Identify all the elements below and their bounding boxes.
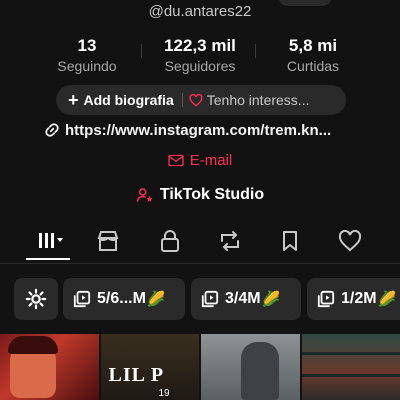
thumbnail-shelf xyxy=(301,374,400,377)
thumbnail-hair xyxy=(8,336,58,354)
playlist-label: 5/6...M xyxy=(97,290,146,307)
interests-label: Tenho interess... xyxy=(206,92,310,108)
tabs-divider xyxy=(0,263,400,264)
mail-icon xyxy=(168,154,184,167)
thumbnail-subtitle: 19 xyxy=(158,388,170,399)
stat-following[interactable]: 13 Seguindo xyxy=(32,36,142,75)
playlist-label: 3/4M xyxy=(225,290,261,307)
heart-icon xyxy=(338,230,362,252)
playlist-item[interactable]: 5/6...M 🌽 xyxy=(63,278,185,320)
thumbnail-shelf xyxy=(301,352,400,355)
bookmark-icon xyxy=(283,231,297,251)
stat-following-label: Seguindo xyxy=(57,58,117,74)
playlist-label: 1/2M xyxy=(341,290,377,307)
interests-button[interactable]: Tenho interess... xyxy=(183,85,318,115)
stat-divider xyxy=(141,44,142,58)
profile-handle: @du.antares22 xyxy=(148,3,252,20)
lock-icon xyxy=(161,230,179,252)
video-thumbnail[interactable]: LIL P 19 xyxy=(100,334,199,400)
profile-tabs xyxy=(0,226,400,262)
bio-link[interactable]: https://www.instagram.com/trem.kn... xyxy=(44,120,331,140)
stat-likes-value: 5,8 mi xyxy=(288,36,338,55)
corn-emoji: 🌽 xyxy=(261,291,281,308)
stat-followers-value: 122,3 mil xyxy=(164,36,236,55)
playlist-item[interactable]: 3/4M 🌽 xyxy=(191,278,301,320)
thumbnail-title: LIL P xyxy=(108,364,165,386)
tiktok-studio-button[interactable]: TikTok Studio xyxy=(0,186,400,204)
plus-icon: + xyxy=(68,90,79,110)
stat-divider xyxy=(255,44,256,58)
active-tab-indicator xyxy=(26,258,70,260)
tab-shop[interactable] xyxy=(88,226,128,262)
stat-likes[interactable]: 5,8 mi Curtidas xyxy=(258,36,368,75)
profile-stats: 13 Seguindo 122,3 mil Seguidores 5,8 mi … xyxy=(0,36,400,78)
playlist-icon xyxy=(317,290,335,308)
stat-likes-label: Curtidas xyxy=(286,58,340,74)
email-label: E-mail xyxy=(189,152,233,169)
tab-videos[interactable] xyxy=(28,226,68,262)
playlist-item[interactable]: 1/2M 🌽 xyxy=(307,278,400,320)
video-thumbnail[interactable] xyxy=(0,334,99,400)
repost-icon xyxy=(221,231,239,251)
person-star-icon xyxy=(136,188,153,202)
video-thumbnail[interactable] xyxy=(301,334,400,400)
settings-button[interactable] xyxy=(14,278,58,320)
tab-reposts[interactable] xyxy=(210,226,250,262)
tab-favorites[interactable] xyxy=(270,226,310,262)
corn-emoji: 🌽 xyxy=(377,291,397,308)
bio-link-text: https://www.instagram.com/trem.kn... xyxy=(65,121,332,139)
tab-liked[interactable] xyxy=(330,226,370,262)
add-bio-label: Add biografia xyxy=(83,92,174,108)
stat-followers[interactable]: 122,3 mil Seguidores xyxy=(145,36,255,75)
video-grid: LIL P 19 xyxy=(0,334,400,400)
grid-icon xyxy=(39,233,63,248)
corn-emoji: 🌽 xyxy=(146,291,166,308)
thumbnail-figure xyxy=(241,342,279,400)
bio-chips: + Add biografia Tenho interess... xyxy=(56,85,346,115)
stat-followers-label: Seguidores xyxy=(164,58,236,74)
stat-following-value: 13 xyxy=(77,36,97,55)
email-button[interactable]: E-mail xyxy=(0,152,400,169)
gear-icon xyxy=(25,288,47,310)
link-icon xyxy=(45,123,59,137)
playlist-icon xyxy=(73,290,91,308)
add-bio-button[interactable]: + Add biografia xyxy=(56,85,182,115)
tab-private[interactable] xyxy=(150,226,190,262)
video-thumbnail[interactable] xyxy=(201,334,300,400)
heart-outline-icon xyxy=(189,93,203,107)
playlist-icon xyxy=(201,290,219,308)
shop-icon xyxy=(97,231,119,251)
tiktok-studio-label: TikTok Studio xyxy=(159,186,265,203)
